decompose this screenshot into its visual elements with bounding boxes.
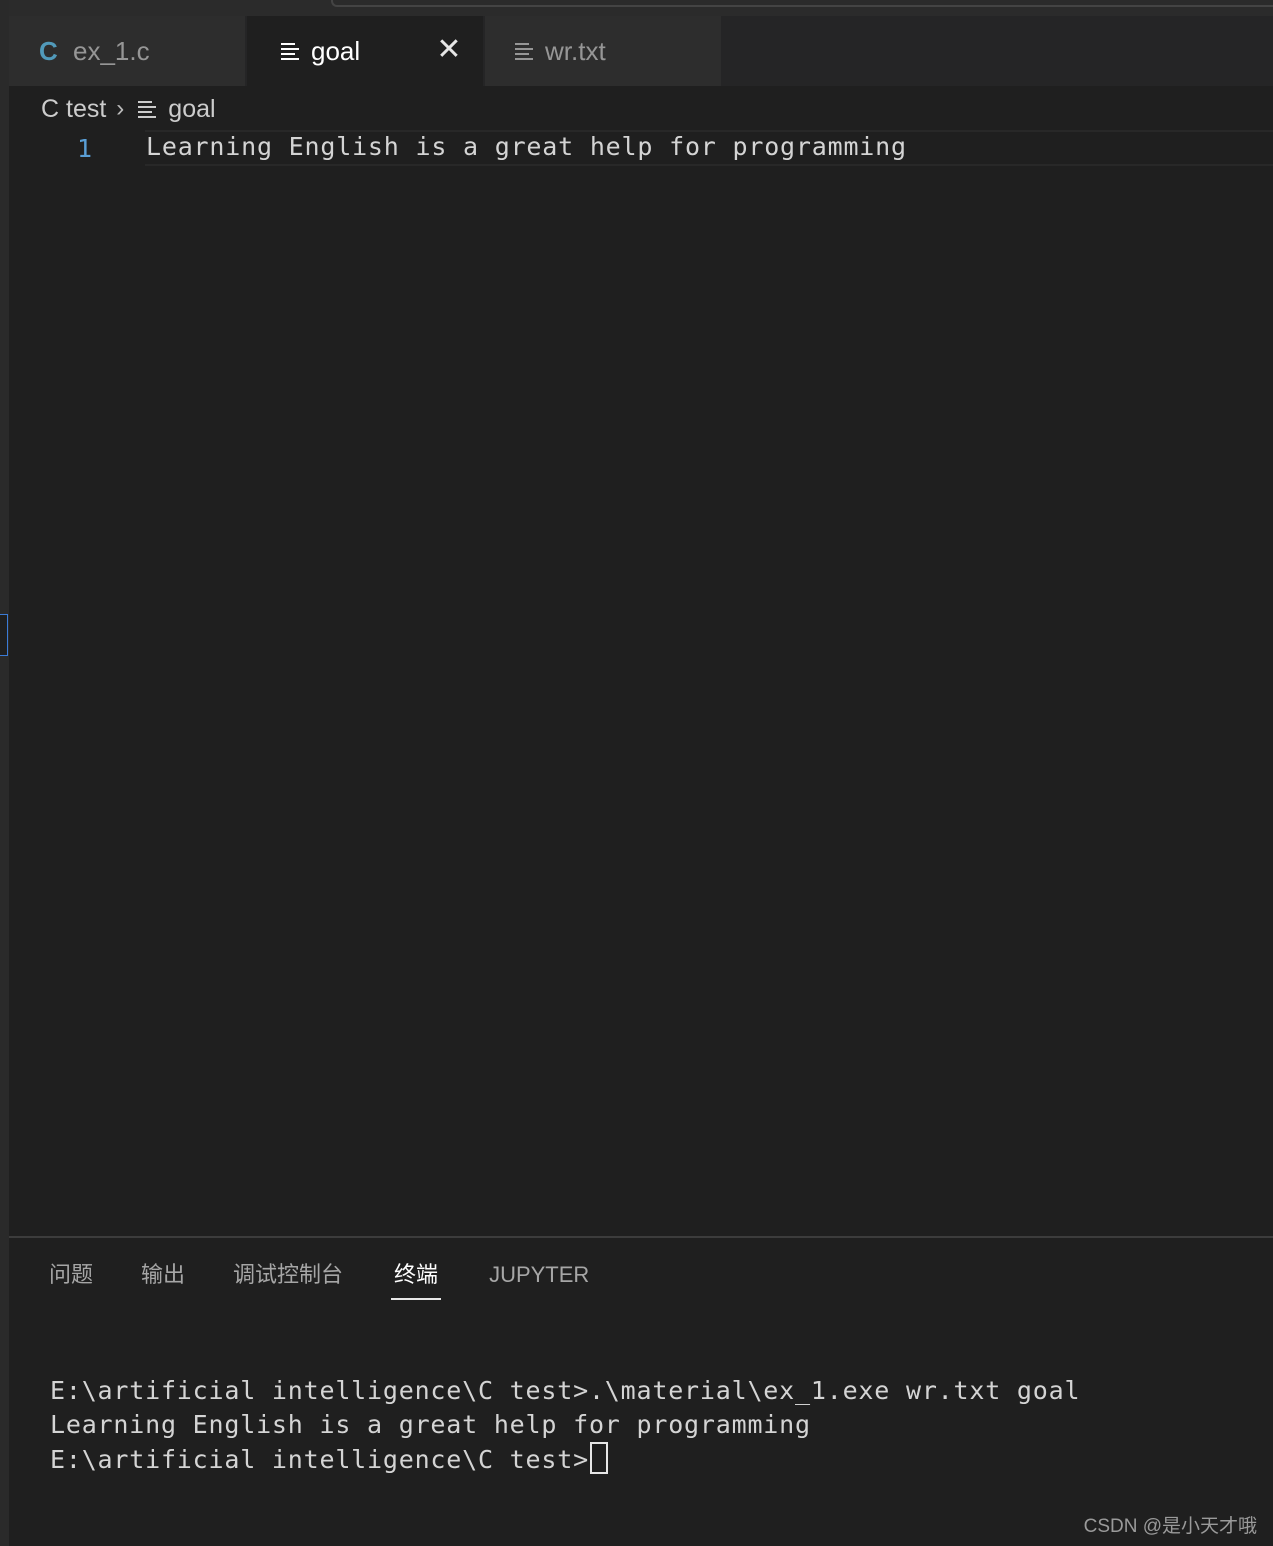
- tab-ex-1-c[interactable]: C ex_1.c: [9, 16, 247, 86]
- text-file-icon: [138, 100, 157, 118]
- tab-label: ex_1.c: [73, 35, 150, 66]
- tab-terminal[interactable]: 终端: [391, 1260, 442, 1300]
- terminal-line: E:\artificial intelligence\C test>.\mate…: [50, 1376, 1081, 1405]
- tab-wr-txt[interactable]: wr.txt: [485, 16, 723, 86]
- terminal-line: Learning English is a great help for pro…: [50, 1410, 811, 1439]
- tab-debug-console[interactable]: 调试控制台: [233, 1260, 343, 1300]
- terminal-prompt-line: E:\artificial intelligence\C test>: [50, 1442, 1080, 1477]
- text-file-icon: [515, 42, 533, 60]
- terminal-output[interactable]: E:\artificial intelligence\C test>.\mate…: [50, 1374, 1080, 1477]
- vscode-window: C ex_1.c goal ✕ wr.txt C test › goal 1 L…: [0, 0, 1273, 1546]
- tab-goal[interactable]: goal ✕: [247, 16, 485, 86]
- terminal-prompt: E:\artificial intelligence\C test>: [50, 1445, 589, 1474]
- activity-bar-edge: [0, 0, 9, 1546]
- c-file-icon: C: [39, 35, 58, 66]
- bottom-panel: 问题 输出 调试控制台 终端 JUPYTER E:\artificial int…: [9, 1236, 1273, 1546]
- tab-label: wr.txt: [545, 35, 606, 66]
- terminal-cursor: [589, 1442, 608, 1474]
- editor-area[interactable]: 1 Learning English is a great help for p…: [9, 128, 1273, 1236]
- tab-label: goal: [311, 35, 361, 66]
- line-number: 1: [77, 134, 93, 163]
- tab-output[interactable]: 输出: [141, 1260, 185, 1300]
- tab-jupyter[interactable]: JUPYTER: [489, 1260, 589, 1300]
- watermark: CSDN @是小天才哦: [1083, 1516, 1257, 1537]
- tab-problems[interactable]: 问题: [49, 1260, 93, 1300]
- tab-scrollbar[interactable]: [331, 0, 1273, 7]
- text-file-icon: [281, 42, 299, 60]
- chevron-right-icon: ›: [116, 95, 125, 122]
- sash-handle[interactable]: [0, 614, 8, 656]
- breadcrumb-file[interactable]: goal: [168, 95, 215, 124]
- top-strip: [9, 0, 1273, 16]
- panel-tabs: 问题 输出 调试控制台 终端 JUPYTER: [49, 1260, 637, 1304]
- close-icon[interactable]: ✕: [433, 34, 465, 66]
- breadcrumb-folder[interactable]: C test: [41, 95, 106, 124]
- breadcrumb: C test › goal: [41, 92, 216, 126]
- editor-tabs: C ex_1.c goal ✕ wr.txt: [9, 16, 1273, 86]
- code-line[interactable]: Learning English is a great help for pro…: [146, 132, 907, 161]
